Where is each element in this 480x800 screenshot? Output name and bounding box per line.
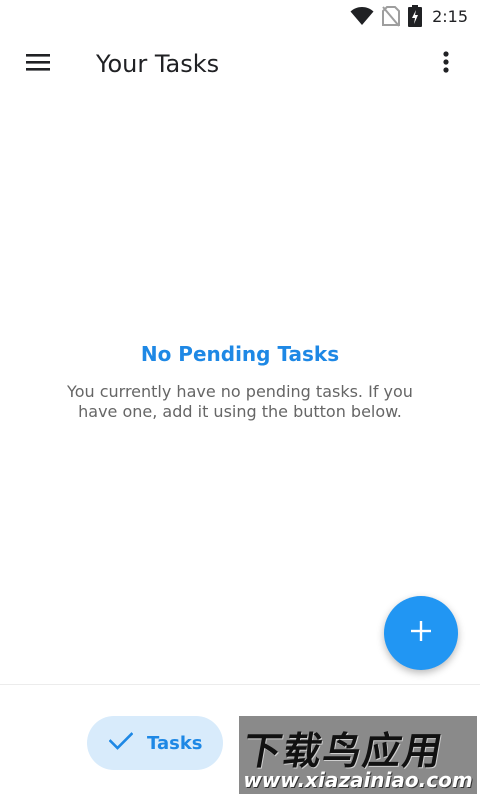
- menu-icon: [26, 52, 50, 77]
- more-vert-icon: [443, 50, 449, 78]
- watermark: 下载鸟应用 www.xiazainiao.com: [239, 716, 477, 794]
- watermark-logo-text: 下载鸟应用: [239, 728, 448, 773]
- empty-state: No Pending Tasks You currently have no p…: [0, 342, 480, 422]
- add-task-button[interactable]: [384, 596, 458, 670]
- watermark-url: www.xiazainiao.com: [243, 768, 473, 792]
- nav-item-tasks-label: Tasks: [147, 732, 203, 754]
- status-icons: 2:15: [350, 4, 468, 28]
- menu-button[interactable]: [18, 44, 58, 84]
- plus-icon: [411, 620, 431, 646]
- no-sim-icon: [382, 5, 401, 27]
- empty-state-title: No Pending Tasks: [140, 342, 340, 366]
- check-icon: [108, 731, 134, 755]
- wifi-icon: [350, 6, 374, 26]
- more-options-button[interactable]: [426, 44, 466, 84]
- empty-state-message: You currently have no pending tasks. If …: [67, 382, 413, 421]
- battery-charging-icon: [408, 5, 423, 27]
- app-bar: Your Tasks: [0, 32, 480, 100]
- page-title: Your Tasks: [96, 50, 220, 78]
- status-bar: 2:15: [0, 0, 480, 32]
- nav-item-tasks[interactable]: Tasks: [87, 716, 223, 770]
- status-time: 2:15: [432, 6, 468, 26]
